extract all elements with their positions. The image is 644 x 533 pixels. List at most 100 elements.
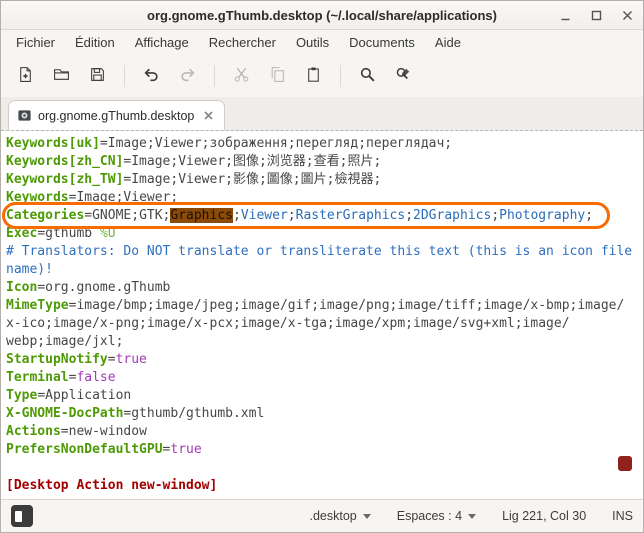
code-token-plain: x-ico;image/x-png;image/x-pcx;image/x-tg… — [6, 316, 570, 331]
code-token-bool: true — [116, 352, 147, 367]
menu-item-outils[interactable]: Outils — [287, 32, 338, 53]
cursor-position: Lig 221, Col 30 — [502, 509, 586, 523]
code-token-plain: =Application — [37, 388, 131, 403]
tab-close-button[interactable] — [200, 108, 216, 124]
code-token-comment: # Translators: Do NOT translate or trans… — [6, 244, 632, 259]
toolbar-separator — [124, 65, 125, 87]
close-button[interactable] — [620, 8, 635, 23]
chevron-down-icon — [363, 514, 371, 519]
code-token-cat: Photography — [499, 208, 585, 223]
code-token-plain: =gthumb — [37, 226, 100, 241]
panel-toggle-icon — [15, 511, 22, 522]
code-line: Keywords[uk]=Image;Viewer;зображення;пер… — [6, 135, 643, 153]
tab-width-selector[interactable]: Espaces : 4 — [397, 509, 476, 523]
code-token-key: Keywords[zh_TW] — [6, 172, 123, 187]
open-document-button[interactable] — [45, 62, 78, 91]
code-token-plain: ; — [288, 208, 296, 223]
search-icon — [359, 66, 376, 86]
minimize-icon — [560, 10, 571, 21]
search-button[interactable] — [351, 62, 384, 91]
paste-button[interactable] — [297, 62, 330, 91]
code-token-plain: webp;image/jxl; — [6, 334, 123, 349]
new-document-button[interactable] — [9, 62, 42, 91]
code-token-section: [Desktop Action new-window] — [6, 478, 217, 493]
code-line — [6, 459, 643, 477]
undo-icon — [143, 66, 160, 86]
tab-org-gnome-gthumb-desktop[interactable]: org.gnome.gThumb.desktop — [8, 100, 225, 130]
toolbar-separator — [340, 65, 341, 87]
code-line: Keywords[zh_CN]=Image;Viewer;图像;浏览器;查看;照… — [6, 153, 643, 171]
code-token-bool: false — [76, 370, 115, 385]
window-controls — [558, 1, 635, 29]
menu-item-edition[interactable]: Édition — [66, 32, 124, 53]
code-token-plain: =Image;Viewer;图像;浏览器;查看;照片; — [123, 154, 381, 169]
desktop-file-icon — [17, 108, 32, 123]
code-token-sel: Graphics — [170, 208, 233, 223]
maximize-button[interactable] — [589, 8, 604, 23]
code-token-cat: Viewer — [241, 208, 288, 223]
menu-item-affichage[interactable]: Affichage — [126, 32, 198, 53]
code-token-plain: =Image;Viewer; — [69, 190, 179, 205]
redo-icon — [179, 66, 196, 86]
close-icon — [204, 111, 213, 120]
code-line: PrefersNonDefaultGPU=true — [6, 441, 643, 459]
save-document-button[interactable] — [81, 62, 114, 91]
code-line: # Translators: Do NOT translate or trans… — [6, 243, 643, 261]
tab-label: org.gnome.gThumb.desktop — [38, 109, 194, 123]
code-token-plain: = — [108, 352, 116, 367]
panel-toggle-button[interactable] — [11, 505, 33, 527]
code-line: Categories=GNOME;GTK;Graphics;Viewer;Ras… — [6, 207, 643, 225]
text-editor[interactable]: Keywords[uk]=Image;Viewer;зображення;пер… — [1, 131, 643, 499]
status-bar: .desktop Espaces : 4 Lig 221, Col 30 INS — [1, 499, 643, 532]
code-token-plain: ; — [233, 208, 241, 223]
code-token-key: StartupNotify — [6, 352, 108, 367]
code-content: Keywords[uk]=Image;Viewer;зображення;пер… — [6, 135, 643, 495]
copy-button — [261, 62, 294, 91]
code-token-plain: =new-window — [61, 424, 147, 439]
minimize-button[interactable] — [558, 8, 573, 23]
code-line: X-GNOME-DocPath=gthumb/gthumb.xml — [6, 405, 643, 423]
menu-bar: FichierÉditionAffichageRechercherOutilsD… — [1, 30, 643, 55]
code-line: Keywords[zh_TW]=Image;Viewer;影像;圖像;圖片;檢視… — [6, 171, 643, 189]
code-token-param: %U — [100, 226, 116, 241]
code-token-key: Categories — [6, 208, 84, 223]
code-token-cat: 2DGraphics — [413, 208, 491, 223]
code-token-key: Exec — [6, 226, 37, 241]
maximize-icon — [591, 10, 602, 21]
code-token-plain: =GNOME;GTK; — [84, 208, 170, 223]
toolbar-separator — [214, 65, 215, 87]
open-document-icon — [53, 66, 70, 86]
save-document-icon — [89, 66, 106, 86]
paste-icon — [305, 66, 322, 86]
toolbar — [1, 55, 643, 97]
title-bar: org.gnome.gThumb.desktop (~/.local/share… — [1, 1, 643, 30]
language-selector[interactable]: .desktop — [309, 509, 370, 523]
code-token-comment: name)! — [6, 262, 53, 277]
code-line: Terminal=false — [6, 369, 643, 387]
code-token-plain: =Image;Viewer;影像;圖像;圖片;檢視器; — [123, 172, 381, 187]
code-token-plain: =gthumb/gthumb.xml — [123, 406, 264, 421]
code-line: name)! — [6, 261, 643, 279]
code-line: webp;image/jxl; — [6, 333, 643, 351]
code-line: MimeType=image/bmp;image/jpeg;image/gif;… — [6, 297, 643, 315]
cursor-position-label: Lig 221, Col 30 — [502, 509, 586, 523]
code-line: Actions=new-window — [6, 423, 643, 441]
code-token-plain: ; — [405, 208, 413, 223]
code-token-cat: RasterGraphics — [296, 208, 406, 223]
gedit-window: org.gnome.gThumb.desktop (~/.local/share… — [0, 0, 644, 533]
menu-item-fichier[interactable]: Fichier — [7, 32, 64, 53]
code-token-bool: true — [170, 442, 201, 457]
close-icon — [622, 10, 633, 21]
undo-button[interactable] — [135, 62, 168, 91]
menu-item-aide[interactable]: Aide — [426, 32, 470, 53]
copy-icon — [269, 66, 286, 86]
code-token-key: Keywords — [6, 190, 69, 205]
find-replace-button[interactable] — [387, 62, 420, 91]
code-token-key: Terminal — [6, 370, 69, 385]
redo-button — [171, 62, 204, 91]
menu-item-documents[interactable]: Documents — [340, 32, 424, 53]
scrollbar-marker[interactable] — [618, 456, 632, 471]
code-line: StartupNotify=true — [6, 351, 643, 369]
menu-item-rechercher[interactable]: Rechercher — [200, 32, 285, 53]
code-token-plain: =Image;Viewer;зображення;перегляд;перегл… — [100, 136, 452, 151]
